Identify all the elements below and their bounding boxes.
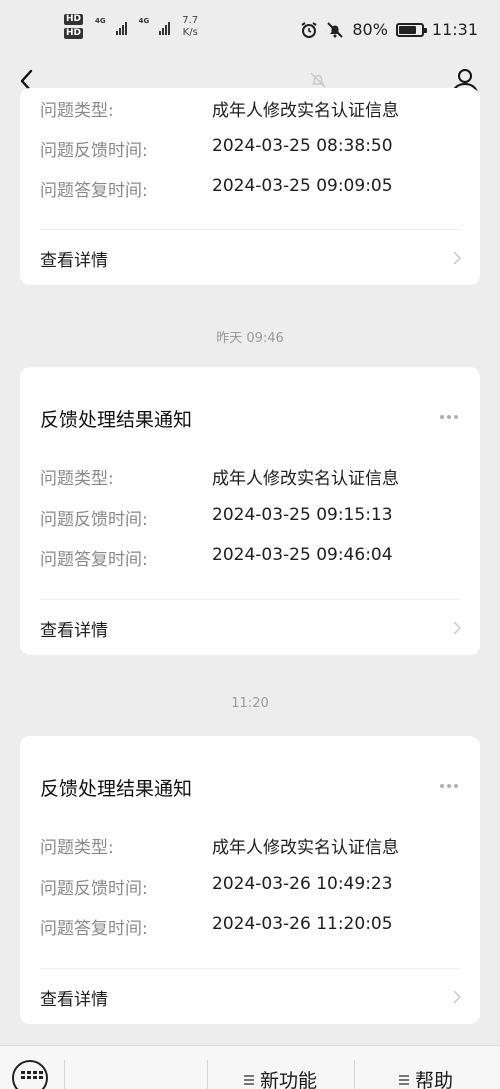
row-label: 问题类型:	[40, 469, 114, 489]
row-label: 问题反馈时间:	[40, 141, 148, 161]
feedback-card: 反馈处理结果通知 问题类型: 成年人修改实名认证信息 问题反馈时间: 2024-…	[20, 736, 480, 1024]
network-speed: 7.7 K/s	[182, 14, 199, 38]
row-value: 2024-03-26 10:49:23	[212, 874, 393, 894]
battery-fill	[398, 25, 417, 34]
row-value: 2024-03-25 09:46:04	[212, 545, 393, 565]
info-row: 问题答复时间: 2024-03-26 11:20:05	[40, 914, 460, 939]
message-timestamp: 昨天 09:46	[216, 331, 284, 346]
row-label: 问题类型:	[40, 838, 114, 858]
chevron-right-icon	[453, 621, 462, 635]
info-row: 问题反馈时间: 2024-03-26 10:49:23	[40, 874, 460, 899]
info-row: 问题反馈时间: 2024-03-25 08:38:50	[40, 136, 460, 161]
chevron-right-icon	[453, 251, 462, 265]
divider	[40, 599, 460, 600]
network-type: 4G	[95, 16, 106, 25]
row-value: 成年人修改实名认证信息	[212, 838, 399, 858]
battery-percent: 80%	[352, 20, 388, 39]
row-value: 2024-03-26 11:20:05	[212, 914, 393, 934]
battery-icon	[395, 22, 427, 37]
info-row: 问题类型: 成年人修改实名认证信息	[40, 833, 460, 858]
network-indicators: HD HD 4G 4G 7.7 K/s	[64, 14, 198, 39]
info-row: 问题类型: 成年人修改实名认证信息	[40, 96, 460, 121]
row-label: 问题答复时间:	[40, 181, 148, 201]
more-icon[interactable]	[440, 415, 458, 419]
row-label: 问题反馈时间:	[40, 879, 148, 899]
status-right: 80% 11:31	[300, 20, 478, 39]
row-label: 问题类型:	[40, 101, 114, 121]
more-icon[interactable]	[440, 784, 458, 788]
clock: 11:31	[431, 20, 478, 39]
hd-badge: HD	[64, 28, 84, 39]
view-details-link[interactable]: 查看详情	[40, 616, 108, 641]
row-label: 问题答复时间:	[40, 919, 148, 939]
row-label: 问题反馈时间:	[40, 510, 148, 530]
row-value: 2024-03-25 09:15:13	[212, 505, 393, 525]
info-row: 问题反馈时间: 2024-03-25 09:15:13	[40, 505, 460, 530]
menu-icon	[244, 1074, 254, 1085]
row-value: 2024-03-25 08:38:50	[212, 136, 393, 156]
bell-off-icon	[327, 21, 344, 38]
menu-icon	[399, 1074, 409, 1085]
menu-label: 新功能	[260, 1070, 318, 1089]
message-timestamp: 11:20	[231, 696, 269, 711]
menu-new-features[interactable]: 新功能	[244, 1066, 317, 1089]
network-type: 4G	[138, 16, 150, 25]
divider	[64, 1060, 65, 1089]
view-details-link[interactable]: 查看详情	[40, 985, 108, 1010]
card-title: 反馈处理结果通知	[40, 409, 193, 431]
menu-help[interactable]: 帮助	[399, 1066, 453, 1089]
signal-icon	[159, 19, 171, 35]
alarm-icon	[301, 21, 317, 38]
hd-badge: HD	[64, 14, 84, 25]
row-value: 2024-03-25 09:09:05	[212, 176, 393, 196]
row-value: 成年人修改实名认证信息	[212, 469, 399, 489]
row-label: 问题答复时间:	[40, 550, 148, 570]
info-row: 问题类型: 成年人修改实名认证信息	[40, 464, 460, 489]
divider	[40, 968, 460, 969]
bell-off-icon	[310, 72, 326, 88]
info-row: 问题答复时间: 2024-03-25 09:09:05	[40, 176, 460, 201]
keyboard-icon[interactable]	[12, 1060, 48, 1089]
bottom-menu-bar: 新功能 帮助	[0, 1045, 500, 1089]
chevron-right-icon	[453, 990, 462, 1004]
signal-icon	[115, 19, 127, 35]
divider	[354, 1060, 355, 1089]
feedback-card: 问题类型: 成年人修改实名认证信息 问题反馈时间: 2024-03-25 08:…	[20, 88, 480, 285]
view-details-link[interactable]: 查看详情	[40, 246, 108, 271]
info-row: 问题答复时间: 2024-03-25 09:46:04	[40, 545, 460, 570]
divider	[207, 1060, 208, 1089]
divider	[40, 229, 460, 230]
card-title: 反馈处理结果通知	[40, 778, 193, 800]
status-bar: HD HD 4G 4G 7.7 K/s 80% 11:31	[0, 0, 500, 60]
row-value: 成年人修改实名认证信息	[212, 101, 399, 121]
menu-label: 帮助	[415, 1070, 454, 1089]
feedback-card: 反馈处理结果通知 问题类型: 成年人修改实名认证信息 问题反馈时间: 2024-…	[20, 367, 480, 655]
